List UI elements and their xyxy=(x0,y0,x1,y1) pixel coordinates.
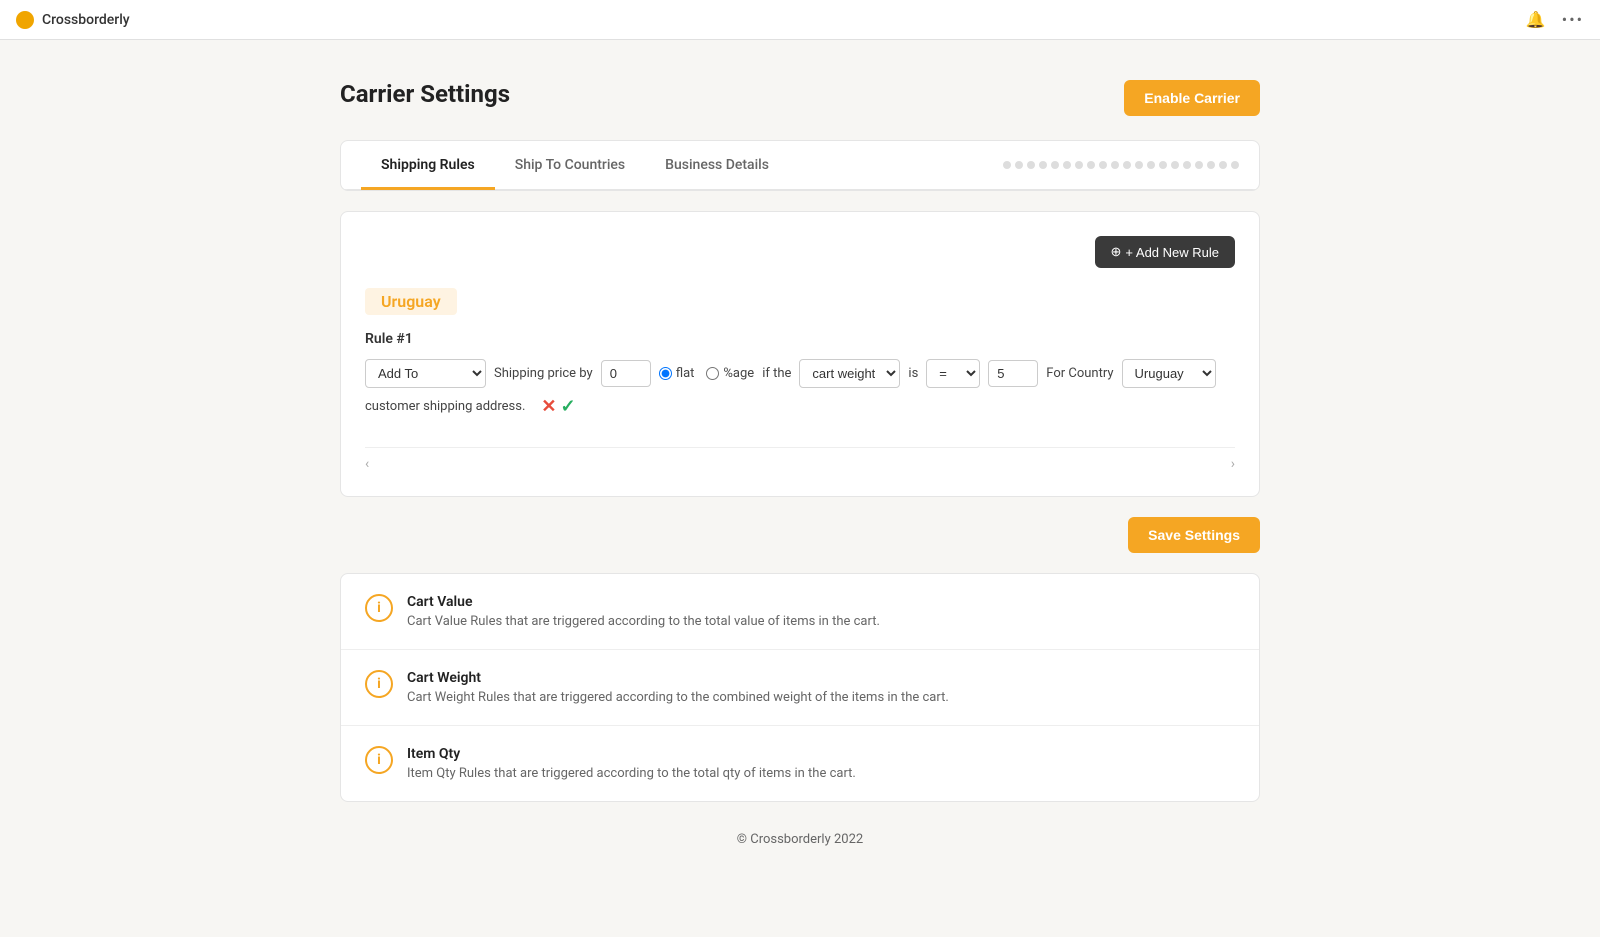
topbar: Crossborderly 🔔 ••• xyxy=(0,0,1600,40)
cart-weight-text: Cart Weight Cart Weight Rules that are t… xyxy=(407,670,949,705)
shipping-price-text: Shipping price by xyxy=(494,366,593,381)
cart-value-text: Cart Value Cart Value Rules that are tri… xyxy=(407,594,880,629)
dot xyxy=(1111,161,1119,169)
action-icons: ✕ ✓ xyxy=(541,396,575,417)
flat-radio[interactable] xyxy=(659,367,672,380)
threshold-input[interactable] xyxy=(988,360,1038,387)
tab-shipping-rules[interactable]: Shipping Rules xyxy=(361,141,495,190)
more-icon[interactable]: ••• xyxy=(1562,10,1584,29)
cart-value-desc: Cart Value Rules that are triggered acco… xyxy=(407,614,880,629)
tabs-decoration xyxy=(999,151,1239,179)
action-select[interactable]: Add To Subtract From Set To xyxy=(365,359,486,388)
main-content: Carrier Settings Enable Carrier Shipping… xyxy=(320,40,1280,937)
footer-text: © Crossborderly 2022 xyxy=(737,832,863,847)
operator-select[interactable]: = > < >= <= != xyxy=(926,359,980,388)
scroll-right-arrow[interactable]: › xyxy=(1231,456,1235,472)
info-card: i Cart Value Cart Value Rules that are t… xyxy=(340,573,1260,802)
cancel-rule-icon[interactable]: ✕ xyxy=(541,396,556,417)
cart-weight-icon: i xyxy=(365,670,393,698)
dot xyxy=(1051,161,1059,169)
dot xyxy=(1099,161,1107,169)
item-qty-icon: i xyxy=(365,746,393,774)
country-label: Uruguay xyxy=(365,288,457,315)
cart-value-info-item: i Cart Value Cart Value Rules that are t… xyxy=(341,574,1259,650)
dot xyxy=(1087,161,1095,169)
item-qty-desc: Item Qty Rules that are triggered accord… xyxy=(407,766,856,781)
cart-weight-title: Cart Weight xyxy=(407,670,949,686)
rule-row: Add To Subtract From Set To Shipping pri… xyxy=(365,359,1235,417)
dot xyxy=(1135,161,1143,169)
item-qty-info-item: i Item Qty Item Qty Rules that are trigg… xyxy=(341,726,1259,801)
cart-weight-info-item: i Cart Weight Cart Weight Rules that are… xyxy=(341,650,1259,726)
rule-number: Rule #1 xyxy=(365,331,1235,347)
dot xyxy=(1207,161,1215,169)
dot xyxy=(1147,161,1155,169)
topbar-actions: 🔔 ••• xyxy=(1526,10,1584,29)
confirm-rule-icon[interactable]: ✓ xyxy=(561,396,576,417)
radio-group: flat %age xyxy=(659,366,755,381)
is-text: is xyxy=(908,366,918,381)
item-qty-title: Item Qty xyxy=(407,746,856,762)
save-row: Save Settings xyxy=(340,517,1260,553)
dot xyxy=(1171,161,1179,169)
dot xyxy=(1027,161,1035,169)
percentage-label: %age xyxy=(723,366,754,381)
suffix-text: customer shipping address. xyxy=(365,399,525,414)
condition-select[interactable]: cart weight cart value item qty xyxy=(799,359,900,388)
flat-radio-label[interactable]: flat xyxy=(659,366,695,381)
amount-input[interactable] xyxy=(601,360,651,387)
tab-ship-to-countries[interactable]: Ship To Countries xyxy=(495,141,645,190)
dot xyxy=(1075,161,1083,169)
page-title: Carrier Settings xyxy=(340,80,510,108)
brand: Crossborderly xyxy=(16,11,130,29)
scroll-left-arrow[interactable]: ‹ xyxy=(365,456,369,472)
dot xyxy=(1195,161,1203,169)
notification-icon[interactable]: 🔔 xyxy=(1526,10,1546,29)
rules-card: ⊕ + Add New Rule Uruguay Rule #1 Add To … xyxy=(340,211,1260,497)
cart-value-title: Cart Value xyxy=(407,594,880,610)
dot xyxy=(1039,161,1047,169)
dot xyxy=(1219,161,1227,169)
cart-weight-desc: Cart Weight Rules that are triggered acc… xyxy=(407,690,949,705)
dot xyxy=(1123,161,1131,169)
tabs-row: Shipping Rules Ship To Countries Busines… xyxy=(341,141,1259,190)
for-country-text: For Country xyxy=(1046,366,1113,381)
dot xyxy=(1015,161,1023,169)
footer: © Crossborderly 2022 xyxy=(340,802,1260,877)
dot xyxy=(1063,161,1071,169)
if-text: if the xyxy=(762,366,791,381)
cart-value-icon: i xyxy=(365,594,393,622)
save-settings-button[interactable]: Save Settings xyxy=(1128,517,1260,553)
add-new-rule-button[interactable]: ⊕ + Add New Rule xyxy=(1095,236,1236,268)
percentage-radio-label[interactable]: %age xyxy=(706,366,754,381)
dot xyxy=(1003,161,1011,169)
plus-icon: ⊕ xyxy=(1111,244,1122,260)
tab-business-details[interactable]: Business Details xyxy=(645,141,789,190)
item-qty-text: Item Qty Item Qty Rules that are trigger… xyxy=(407,746,856,781)
flat-label: flat xyxy=(676,366,695,381)
rules-card-header: ⊕ + Add New Rule xyxy=(365,236,1235,268)
brand-name: Crossborderly xyxy=(42,12,130,28)
brand-icon xyxy=(16,11,34,29)
dot xyxy=(1159,161,1167,169)
tabs-card: Shipping Rules Ship To Countries Busines… xyxy=(340,140,1260,191)
percentage-radio[interactable] xyxy=(706,367,719,380)
page-header: Carrier Settings Enable Carrier xyxy=(340,80,1260,116)
country-select[interactable]: Uruguay Argentina Brazil Chile xyxy=(1122,359,1216,388)
add-new-rule-label: + Add New Rule xyxy=(1125,245,1219,260)
enable-carrier-button[interactable]: Enable Carrier xyxy=(1124,80,1260,116)
dot xyxy=(1183,161,1191,169)
dot xyxy=(1231,161,1239,169)
